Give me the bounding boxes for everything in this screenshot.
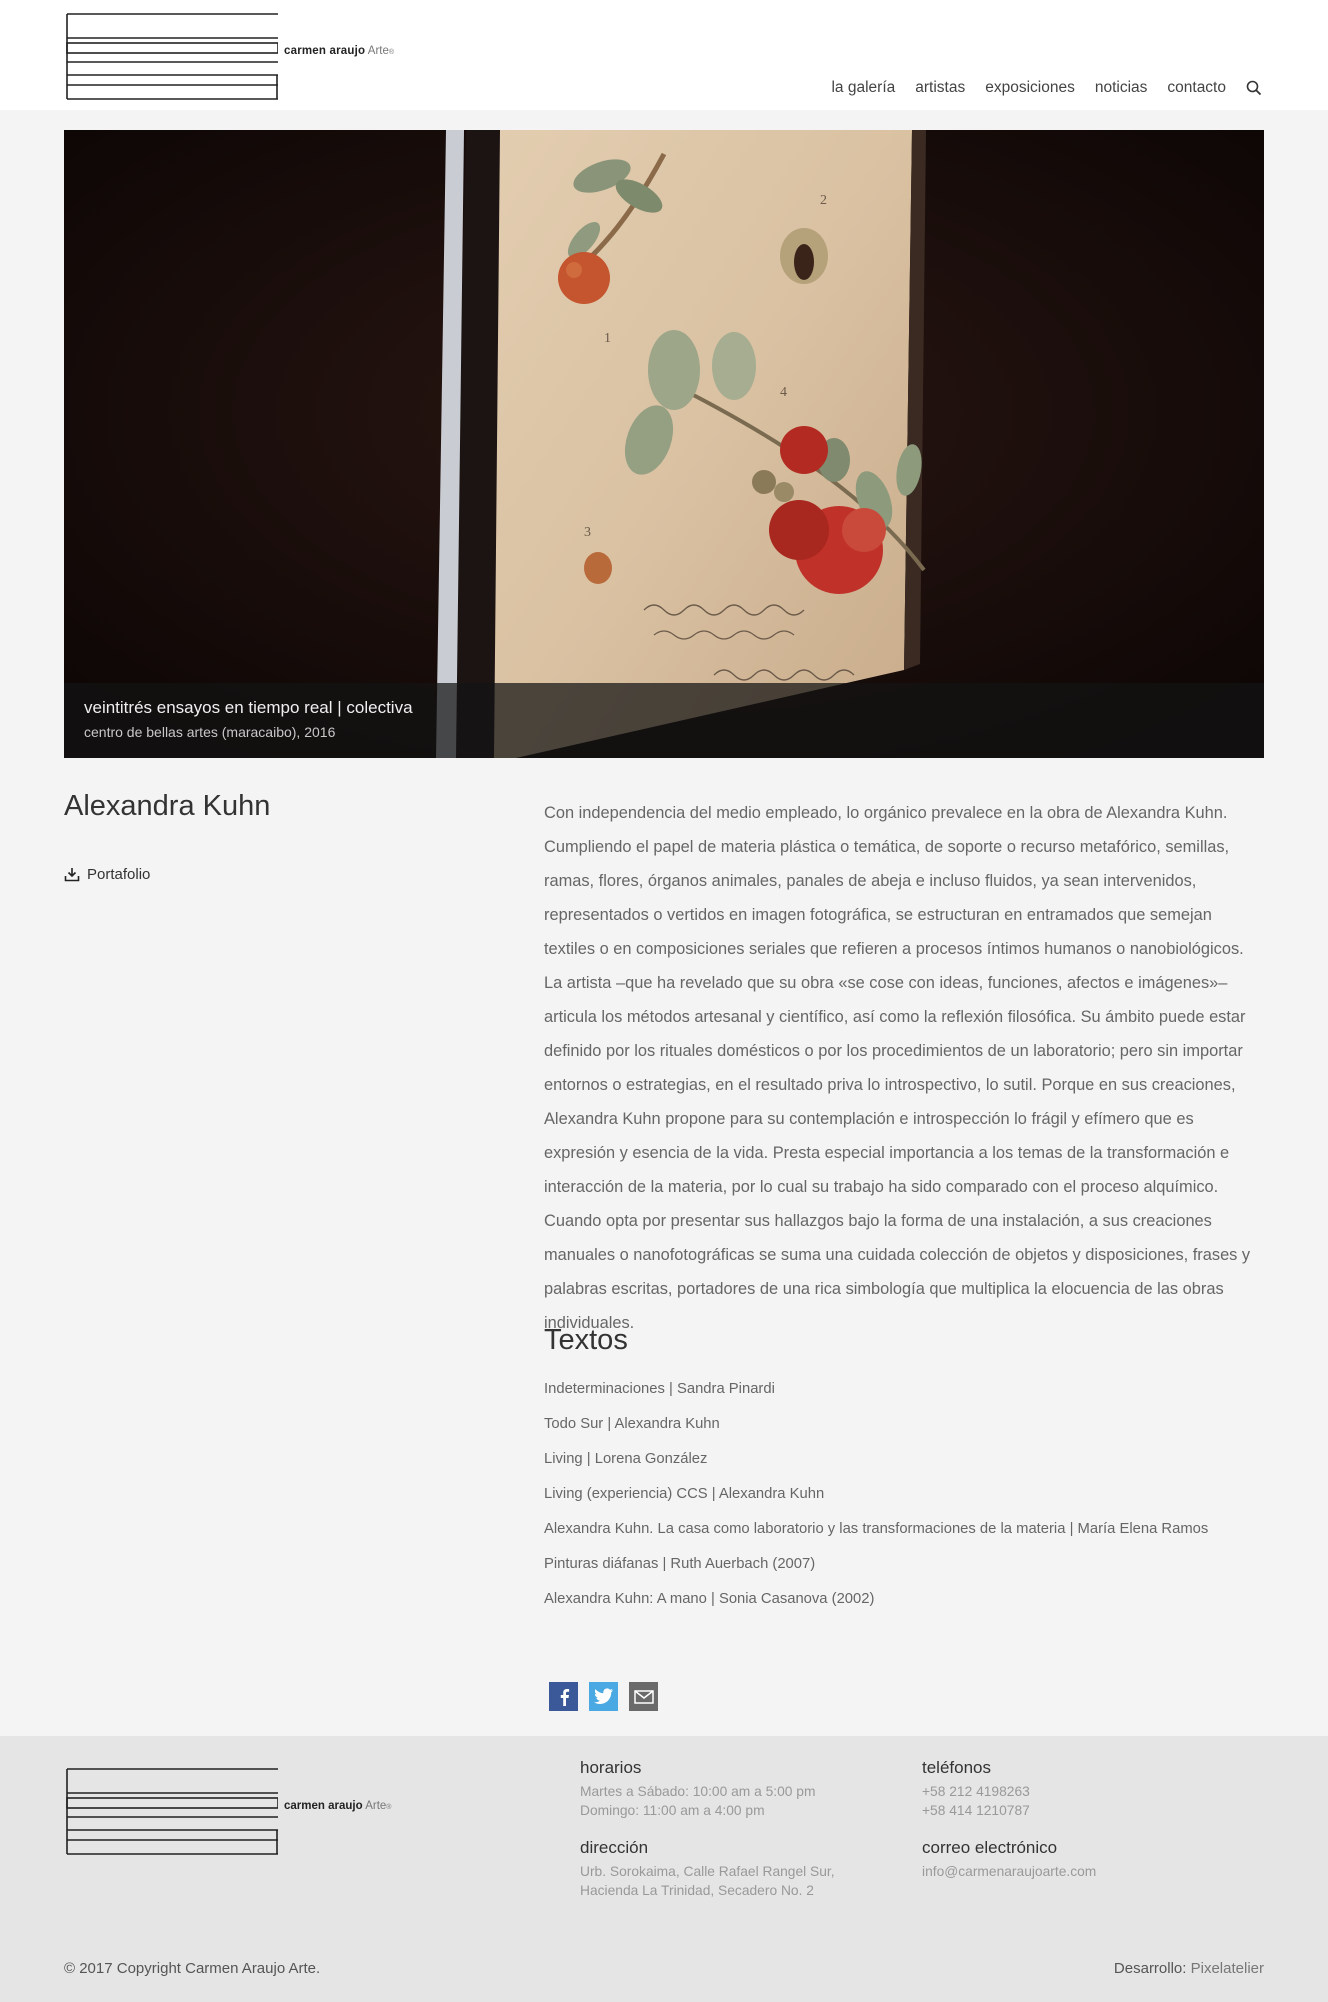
site-logo[interactable]: carmen araujo Arte® — [66, 13, 406, 100]
logo-wordmark: carmen araujo Arte® — [284, 45, 395, 57]
texto-link[interactable]: Todo Sur | Alexandra Kuhn — [544, 1411, 1208, 1446]
dev-label: Desarrollo: — [1113, 1960, 1187, 1977]
telefonos-title: teléfonos — [922, 1758, 991, 1777]
texto-link[interactable]: Living | Lorena González — [544, 1446, 1208, 1481]
caption-subtitle: centro de bellas artes (maracaibo), 2016 — [84, 724, 336, 740]
texto-link[interactable]: Indeterminaciones | Sandra Pinardi — [544, 1376, 1208, 1411]
nav-item-la-galeria[interactable]: la galería — [831, 79, 895, 97]
footer-logo-mark — [66, 1768, 278, 1855]
developer-credit: Desarrollo: Pixelatelier — [1114, 1960, 1264, 1977]
nav-item-noticias[interactable]: noticias — [1095, 79, 1148, 97]
artist-bio: Con independencia del medio empleado, lo… — [544, 804, 1251, 1332]
footer-logo[interactable]: carmen araujo Arte® — [66, 1768, 406, 1855]
caption-title: veintitrés ensayos en tiempo real | cole… — [84, 698, 413, 717]
logo-mark — [66, 13, 278, 100]
horarios-title: horarios — [580, 1758, 642, 1777]
nav-item-exposiciones[interactable]: exposiciones — [985, 79, 1075, 97]
copyright: © 2017 Copyright Carmen Araujo Arte. — [64, 1960, 321, 1977]
twitter-icon — [593, 1688, 613, 1704]
email-link[interactable]: info@carmenaraujoarte.com — [922, 1864, 1096, 1879]
hero-caption: veintitrés ensayos en tiempo real | cole… — [64, 683, 1264, 758]
email-icon — [633, 1689, 654, 1704]
correo-title: correo electrónico — [922, 1838, 1058, 1857]
plate-number-3: 3 — [584, 525, 591, 540]
footer-correo: correo electrónico info@carmenaraujoarte… — [922, 1838, 1096, 1881]
texto-link[interactable]: Alexandra Kuhn. La casa como laboratorio… — [544, 1516, 1208, 1551]
direccion-title: dirección — [580, 1838, 649, 1857]
plate-number-1: 1 — [604, 331, 611, 346]
hero-image: 1 2 3 4 veintitrés ensayos en tiempo rea… — [64, 130, 1264, 758]
plate-number-4: 4 — [780, 385, 787, 400]
textos-list: Indeterminaciones | Sandra Pinardi Todo … — [544, 1376, 1208, 1621]
telefono-line[interactable]: +58 414 1210787 — [922, 1801, 1030, 1820]
horarios-line: Martes a Sábado: 10:00 am a 5:00 pm — [580, 1784, 816, 1799]
portfolio-download-link[interactable]: Portafolio — [64, 866, 150, 883]
artwork-photo: 1 2 3 4 — [64, 130, 1264, 758]
footer-logo-wordmark: carmen araujo Arte® — [284, 1800, 392, 1812]
site-header: carmen araujo Arte® la galería artistas … — [0, 0, 1328, 110]
footer-horarios: horarios Martes a Sábado: 10:00 am a 5:0… — [580, 1758, 815, 1820]
nav-item-artistas[interactable]: artistas — [915, 79, 965, 97]
search-icon[interactable] — [1246, 80, 1262, 96]
nav-item-contacto[interactable]: contacto — [1167, 79, 1226, 97]
dev-link[interactable]: Pixelatelier — [1191, 1960, 1264, 1977]
facebook-share-button[interactable] — [549, 1682, 578, 1711]
texto-link[interactable]: Alexandra Kuhn: A mano | Sonia Casanova … — [544, 1586, 1208, 1621]
download-icon — [64, 868, 80, 882]
direccion-line: Hacienda La Trinidad, Secadero No. 2 — [580, 1883, 814, 1898]
twitter-share-button[interactable] — [589, 1682, 618, 1711]
facebook-icon — [560, 1688, 569, 1706]
footer-direccion: dirección Urb. Sorokaima, Calle Rafael R… — [580, 1838, 835, 1900]
direccion-line: Urb. Sorokaima, Calle Rafael Rangel Sur, — [580, 1864, 835, 1879]
textos-heading: Textos — [544, 1324, 628, 1356]
share-buttons — [549, 1682, 669, 1711]
email-share-button[interactable] — [629, 1682, 658, 1711]
texto-link[interactable]: Living (experiencia) CCS | Alexandra Kuh… — [544, 1481, 1208, 1516]
telefono-line[interactable]: +58 212 4198263 — [922, 1782, 1030, 1801]
plate-number-2: 2 — [820, 193, 827, 208]
main-nav: la galería artistas exposiciones noticia… — [811, 79, 1262, 97]
texto-link[interactable]: Pinturas diáfanas | Ruth Auerbach (2007) — [544, 1551, 1208, 1586]
horarios-line: Domingo: 11:00 am a 4:00 pm — [580, 1803, 765, 1818]
artist-name: Alexandra Kuhn — [64, 790, 271, 822]
portfolio-label: Portafolio — [87, 866, 151, 883]
footer-telefonos: teléfonos +58 212 4198263 +58 414 121078… — [922, 1758, 1030, 1820]
